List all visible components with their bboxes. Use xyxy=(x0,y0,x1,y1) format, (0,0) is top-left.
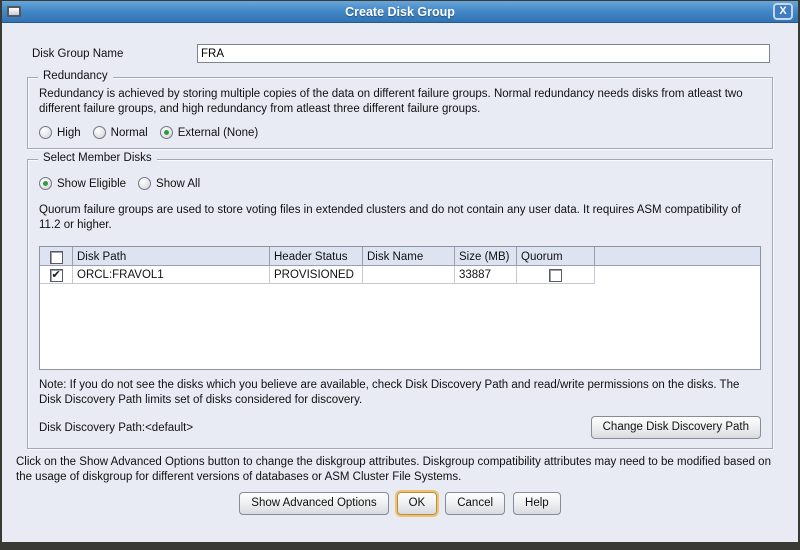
disk-filter-options: Show Eligible Show All xyxy=(39,177,761,190)
select-all-header-cell[interactable] xyxy=(40,247,73,266)
row-quorum-checkbox[interactable] xyxy=(549,269,562,282)
row-header-status-cell: PROVISIONED xyxy=(270,266,363,284)
radio-external-icon[interactable] xyxy=(160,126,173,139)
close-icon[interactable]: X xyxy=(773,3,793,20)
quorum-note: Quorum failure groups are used to store … xyxy=(39,203,761,232)
radio-normal-icon[interactable] xyxy=(93,126,106,139)
radio-normal-label: Normal xyxy=(111,127,148,139)
member-disks-groupbox: Select Member Disks Show Eligible Show A… xyxy=(27,159,773,449)
column-header-header-status[interactable]: Header Status xyxy=(270,247,363,266)
disk-group-name-input[interactable] xyxy=(197,44,770,63)
redundancy-description: Redundancy is achieved by storing multip… xyxy=(39,87,761,116)
help-button[interactable]: Help xyxy=(513,492,561,515)
disks-table-header: Disk Path Header Status Disk Name Size (… xyxy=(40,247,760,266)
row-quorum-cell[interactable] xyxy=(517,266,595,284)
row-disk-path-cell: ORCL:FRAVOL1 xyxy=(73,266,270,284)
radio-external-label: External (None) xyxy=(178,127,259,139)
radio-external[interactable]: External (None) xyxy=(160,126,259,139)
disk-group-name-row: Disk Group Name xyxy=(32,44,770,63)
column-header-quorum[interactable]: Quorum xyxy=(517,247,595,266)
column-header-disk-name[interactable]: Disk Name xyxy=(363,247,455,266)
redundancy-options: High Normal External (None) xyxy=(39,126,761,139)
select-all-checkbox[interactable] xyxy=(50,251,63,264)
change-disk-discovery-path-button[interactable]: Change Disk Discovery Path xyxy=(591,416,761,439)
member-disks-title: Select Member Disks xyxy=(38,152,157,164)
radio-show-eligible[interactable]: Show Eligible xyxy=(39,177,126,190)
column-header-filler xyxy=(595,247,760,266)
radio-show-all-label: Show All xyxy=(156,178,200,190)
redundancy-groupbox: Redundancy Redundancy is achieved by sto… xyxy=(27,77,773,149)
row-size-mb-cell: 33887 xyxy=(455,266,517,284)
radio-show-eligible-icon[interactable] xyxy=(39,177,52,190)
cancel-button[interactable]: Cancel xyxy=(445,492,505,515)
advanced-options-hint: Click on the Show Advanced Options butto… xyxy=(16,455,784,484)
radio-show-eligible-label: Show Eligible xyxy=(57,178,126,190)
radio-show-all[interactable]: Show All xyxy=(138,177,200,190)
ok-button[interactable]: OK xyxy=(397,492,438,515)
title-bar[interactable]: Create Disk Group X xyxy=(2,1,798,23)
redundancy-title: Redundancy xyxy=(38,70,113,82)
dialog-content: Disk Group Name Redundancy Redundancy is… xyxy=(2,23,798,542)
row-select-checkbox[interactable] xyxy=(50,269,63,282)
disks-note: Note: If you do not see the disks which … xyxy=(39,378,761,407)
radio-show-all-icon[interactable] xyxy=(138,177,151,190)
row-select-cell[interactable] xyxy=(40,266,73,284)
row-disk-name-cell xyxy=(363,266,455,284)
row-filler-cell xyxy=(595,266,760,284)
radio-normal[interactable]: Normal xyxy=(93,126,148,139)
column-header-size-mb[interactable]: Size (MB) xyxy=(455,247,517,266)
disks-table[interactable]: Disk Path Header Status Disk Name Size (… xyxy=(39,246,761,370)
radio-high-icon[interactable] xyxy=(39,126,52,139)
disk-group-name-label: Disk Group Name xyxy=(32,48,197,60)
disk-discovery-path-label: Disk Discovery Path:<default> xyxy=(39,422,193,434)
create-disk-group-dialog: Create Disk Group X Disk Group Name Redu… xyxy=(0,0,800,550)
footer-buttons: Show Advanced Options OK Cancel Help xyxy=(4,492,796,515)
radio-high[interactable]: High xyxy=(39,126,81,139)
disk-discovery-row: Disk Discovery Path:<default> Change Dis… xyxy=(39,416,761,439)
show-advanced-options-button[interactable]: Show Advanced Options xyxy=(239,492,388,515)
radio-high-label: High xyxy=(57,127,81,139)
table-row[interactable]: ORCL:FRAVOL1 PROVISIONED 33887 xyxy=(40,266,760,284)
column-header-disk-path[interactable]: Disk Path xyxy=(73,247,270,266)
window-title: Create Disk Group xyxy=(2,5,798,19)
